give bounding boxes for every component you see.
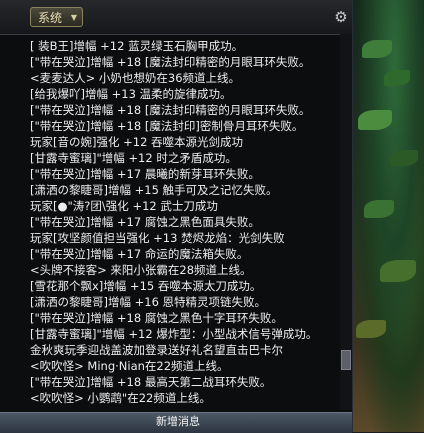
chat-message: ["带在哭泣]增幅 +17 晨曦的新芽耳环失败。 (30, 167, 260, 181)
chat-message: [潇洒の黎睫哥]增幅 +16 恩特精灵项链失败。 (30, 295, 267, 309)
chat-message: [ 装B王]增幅 +12 蓝灵绿玉石胸甲成功。 (30, 39, 244, 53)
chat-message: [雪花那个飘x]增幅 +15 吞噬本源太刀成功。 (30, 279, 262, 293)
chat-message: ["带在哭泣]增幅 +18 [魔法封印]密制骨月耳环失败。 (30, 119, 304, 133)
chat-message: ["带在哭泣]增幅 +18 腐蚀之黑色十字耳环失败。 (30, 311, 283, 325)
chevron-down-icon: ▼ (70, 13, 77, 22)
chat-message: ["带在哭泣]增幅 +18 [魔法封印精密的月眼耳环失败。 (30, 55, 311, 69)
chat-message: ["带在哭泣]增幅 +17 腐蚀之黑色面具失败。 (30, 215, 260, 229)
foliage-decoration (362, 40, 392, 58)
chat-message: [甘露寺蜜璃]"增幅 +12 时之矛盾成功。 (30, 151, 237, 165)
chat-message: <吹吹怪> Ming·Nian在22频道上线。 (30, 359, 229, 373)
foliage-decoration (390, 150, 418, 166)
chat-message: [甘露寺蜜璃]"增幅 +12 爆炸型：小型战术信号弹成功。 (30, 327, 318, 341)
chat-message: 玩家[攻坚颜值担当强化 +13 焚烬龙焰：光剑失败 (30, 231, 285, 245)
foliage-decoration (364, 200, 394, 218)
chat-scroll-thumb[interactable] (341, 350, 351, 370)
chat-message: [给我爆吖]增幅 +13 温柔的旋律成功。 (30, 87, 232, 101)
new-messages-label[interactable]: 新增消息 (148, 415, 208, 429)
foliage-decoration (356, 320, 386, 338)
foliage-decoration (384, 70, 410, 86)
chat-message: ["带在哭泣]增幅 +17 命运的魔法箱失败。 (30, 247, 249, 261)
chat-message-list: [ 装B王]增幅 +12 蓝灵绿玉石胸甲成功。 ["带在哭泣]增幅 +18 [魔… (0, 34, 340, 410)
chat-message: <吹吹怪> 小鹦鹉"在22频道上线。 (30, 391, 211, 405)
chat-message: <麦麦达人> 小奶也想奶在36频道上线。 (30, 71, 241, 85)
game-scenery-background (350, 0, 424, 432)
chat-message: <头牌不接客> 来阳小张霸在28频道上线。 (30, 263, 252, 277)
foliage-decoration (358, 110, 392, 130)
chat-message: 金秋爽玩季迎战盖波加登录送好礼名望直击巴卡尔 (30, 343, 283, 357)
chat-message: 玩家[●"涛?团\强化 +12 武士刀成功 (30, 199, 218, 213)
chat-message: 玩家[音の婉]强化 +12 吞噬本源光剑成功 (30, 135, 244, 149)
foliage-decoration (380, 260, 416, 282)
gear-icon[interactable]: ⚙ (333, 9, 349, 25)
chat-message: [潇洒の黎睫哥]增幅 +15 触手可及之记忆失败。 (30, 183, 278, 197)
chat-message: ["带在哭泣]增幅 +18 [魔法封印精密的月眼耳环失败。 (30, 103, 311, 117)
chat-message: ["带在哭泣]增幅 +18 最高天第二战耳环失败。 (30, 375, 272, 389)
channel-select-button[interactable]: 系统 ▼ (30, 7, 83, 27)
channel-label: 系统 (38, 11, 63, 25)
